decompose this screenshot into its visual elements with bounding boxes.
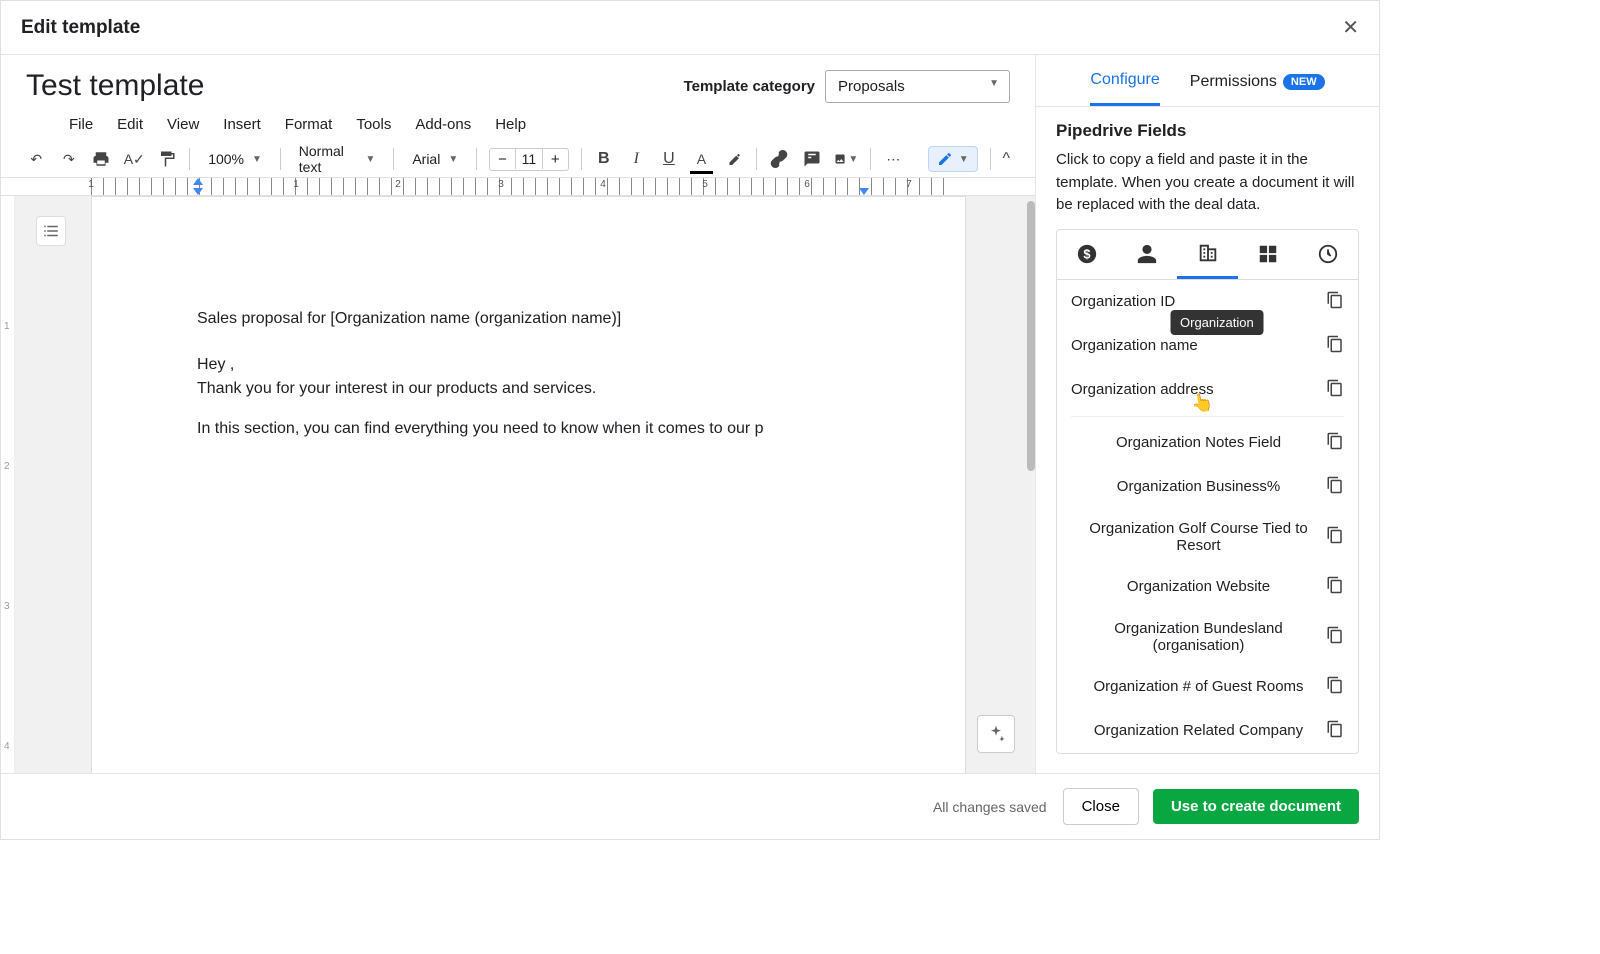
tab-permissions[interactable]: Permissions NEW xyxy=(1190,71,1325,106)
category-label: Template category xyxy=(684,78,815,95)
menu-addons[interactable]: Add-ons xyxy=(415,116,471,133)
fontsize-increase[interactable]: + xyxy=(543,149,568,170)
close-icon[interactable]: ✕ xyxy=(1342,15,1359,40)
chevron-down-icon: ▼ xyxy=(848,154,858,165)
copy-icon[interactable] xyxy=(1326,432,1344,454)
copy-icon[interactable] xyxy=(1326,476,1344,498)
field-item[interactable]: Organization Bundesland (organisation) xyxy=(1057,609,1358,665)
outline-icon[interactable] xyxy=(36,216,66,246)
copy-icon[interactable] xyxy=(1326,720,1344,742)
body-text[interactable]: In this section, you can find everything… xyxy=(197,417,860,441)
new-badge: NEW xyxy=(1283,74,1325,90)
copy-icon[interactable] xyxy=(1326,526,1344,548)
fontsize-decrease[interactable]: − xyxy=(490,149,515,170)
vertical-ruler[interactable]: 1 2 3 4 xyxy=(1,196,15,773)
image-icon[interactable]: ▼ xyxy=(834,147,858,171)
italic-button[interactable]: I xyxy=(626,147,647,171)
scrollbar-thumb[interactable] xyxy=(1027,201,1035,471)
chevron-down-icon: ▼ xyxy=(252,154,262,165)
organization-icon xyxy=(1197,242,1219,264)
menu-insert[interactable]: Insert xyxy=(223,116,261,133)
field-tab-product[interactable] xyxy=(1238,230,1298,279)
tab-configure[interactable]: Configure xyxy=(1090,71,1159,106)
cursor-icon: 👆 xyxy=(1189,391,1215,416)
close-button[interactable]: Close xyxy=(1063,788,1139,825)
modal-title: Edit template xyxy=(21,17,140,39)
copy-icon[interactable] xyxy=(1326,676,1344,698)
chevron-down-icon: ▼ xyxy=(366,154,376,165)
copy-icon[interactable] xyxy=(1326,335,1344,357)
spellcheck-icon[interactable]: A✓ xyxy=(124,147,145,171)
field-tab-activity[interactable] xyxy=(1298,230,1358,279)
more-icon[interactable]: ⋯ xyxy=(883,147,904,171)
explore-icon[interactable] xyxy=(977,715,1015,753)
field-item[interactable]: Organization Business% xyxy=(1057,465,1358,509)
field-tab-person[interactable] xyxy=(1117,230,1177,279)
copy-icon[interactable] xyxy=(1326,379,1344,401)
save-status: All changes saved xyxy=(933,799,1047,815)
tooltip: Organization xyxy=(1170,310,1264,335)
collapse-toolbar-icon[interactable]: ^ xyxy=(1002,150,1010,168)
field-tab-deal[interactable]: $ xyxy=(1057,230,1117,279)
chevron-down-icon: ▼ xyxy=(448,154,458,165)
panel-title: Pipedrive Fields xyxy=(1056,121,1359,141)
product-icon xyxy=(1257,243,1279,265)
svg-text:$: $ xyxy=(1084,247,1091,262)
redo-icon[interactable]: ↷ xyxy=(59,147,80,171)
field-tab-organization[interactable] xyxy=(1177,230,1237,279)
dollar-icon: $ xyxy=(1076,243,1098,265)
field-item[interactable]: Organization Golf Course Tied to Resort xyxy=(1057,509,1358,565)
person-icon xyxy=(1136,243,1158,265)
edit-mode-button[interactable]: ▼ xyxy=(928,146,978,172)
comment-icon[interactable] xyxy=(802,147,823,171)
vertical-scrollbar[interactable] xyxy=(1025,196,1035,773)
body-text[interactable]: Sales proposal for [Organization name (o… xyxy=(197,307,860,331)
horizontal-ruler[interactable]: 1 1 2 3 4 5 6 7 xyxy=(1,178,1035,196)
menu-edit[interactable]: Edit xyxy=(117,116,143,133)
copy-icon[interactable] xyxy=(1326,291,1344,313)
undo-icon[interactable]: ↶ xyxy=(26,147,47,171)
indent-marker-icon[interactable] xyxy=(859,188,869,195)
chevron-down-icon: ▼ xyxy=(959,154,969,165)
zoom-select[interactable]: 100% ▼ xyxy=(202,151,268,167)
panel-description: Click to copy a field and paste it in th… xyxy=(1056,149,1359,217)
create-document-button[interactable]: Use to create document xyxy=(1153,789,1359,824)
print-icon[interactable] xyxy=(91,147,112,171)
menu-help[interactable]: Help xyxy=(495,116,526,133)
menu-file[interactable]: File xyxy=(69,116,93,133)
indent-marker-icon[interactable] xyxy=(193,188,203,195)
bold-button[interactable]: B xyxy=(593,147,614,171)
underline-button[interactable]: U xyxy=(659,147,680,171)
field-item[interactable]: Organization # of Guest Rooms xyxy=(1057,665,1358,709)
menubar: File Edit View Insert Format Tools Add-o… xyxy=(1,108,1035,141)
fontsize-value[interactable]: 11 xyxy=(515,149,543,169)
copy-icon[interactable] xyxy=(1326,576,1344,598)
body-text[interactable]: Hey , Thank you for your interest in our… xyxy=(197,353,860,401)
field-item[interactable]: Organization Notes Field xyxy=(1057,421,1358,465)
highlight-icon[interactable] xyxy=(724,147,745,171)
link-icon[interactable] xyxy=(769,147,790,171)
paint-format-icon[interactable] xyxy=(157,147,178,171)
document-title[interactable]: Test template xyxy=(26,69,204,103)
text-color-icon[interactable]: A xyxy=(691,147,712,171)
category-select[interactable]: Proposals xyxy=(825,70,1010,103)
clock-icon xyxy=(1317,243,1339,265)
font-select[interactable]: Arial ▼ xyxy=(406,151,464,167)
document-page[interactable]: Sales proposal for [Organization name (o… xyxy=(91,196,966,773)
field-item[interactable]: Organization Related Company xyxy=(1057,709,1358,753)
copy-icon[interactable] xyxy=(1326,626,1344,648)
font-size-stepper[interactable]: − 11 + xyxy=(489,148,569,171)
menu-view[interactable]: View xyxy=(167,116,199,133)
field-item[interactable]: Organization Website xyxy=(1057,565,1358,609)
menu-format[interactable]: Format xyxy=(285,116,333,133)
indent-marker-icon[interactable] xyxy=(193,178,203,185)
menu-tools[interactable]: Tools xyxy=(356,116,391,133)
paragraph-style-select[interactable]: Normal text ▼ xyxy=(293,143,382,175)
